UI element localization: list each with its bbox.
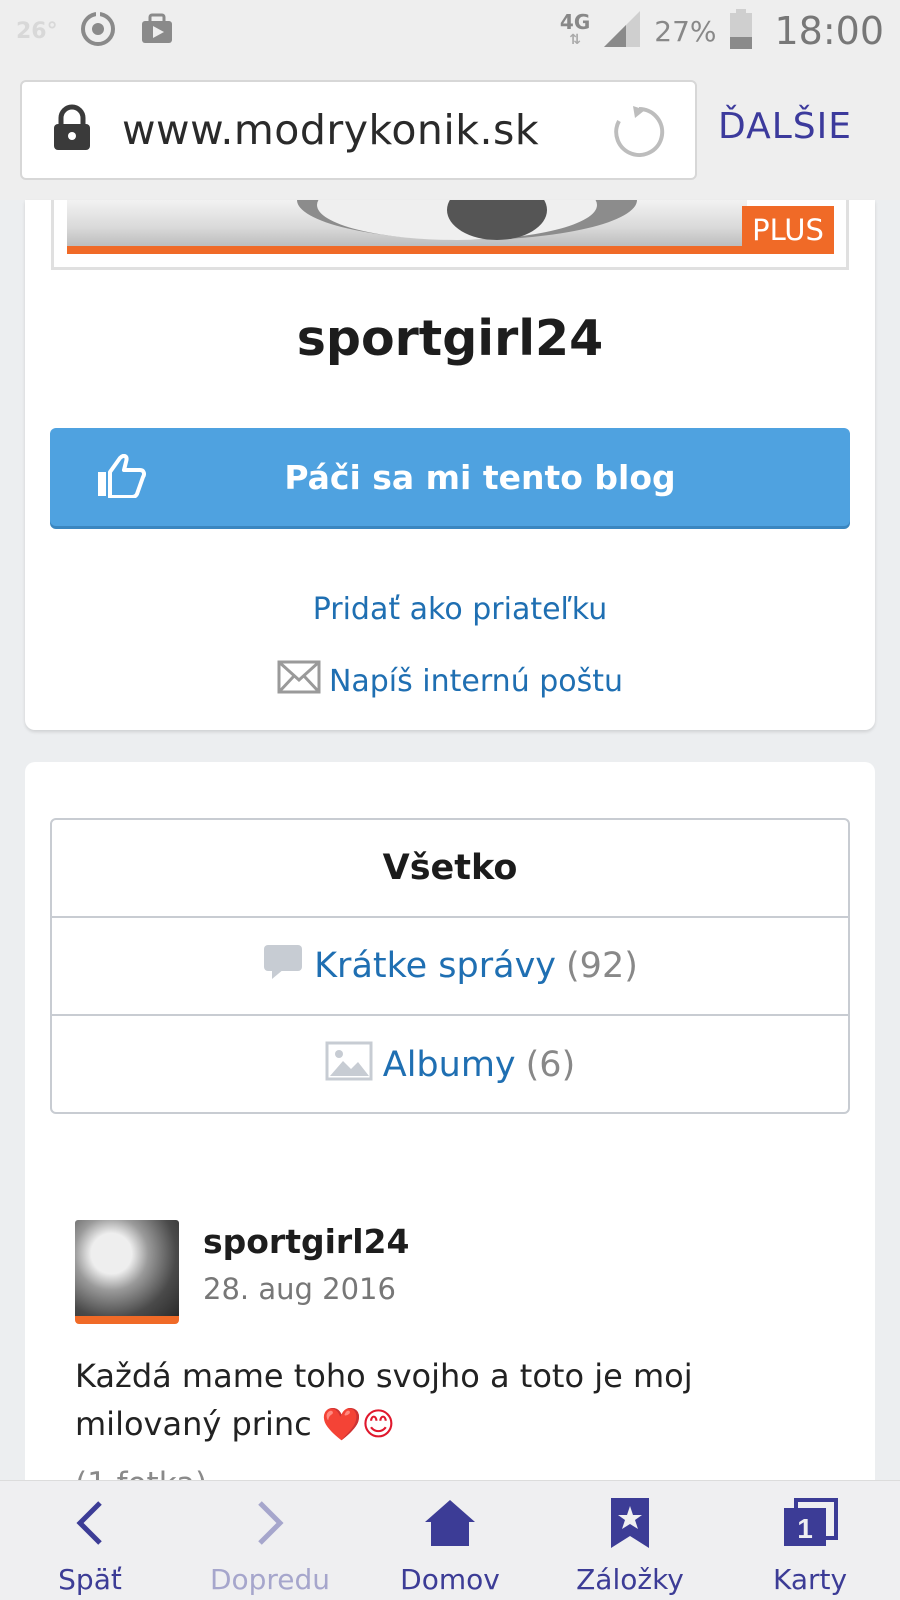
nav-label: Karty <box>772 1563 848 1596</box>
nav-home-button[interactable]: Domov <box>360 1481 540 1600</box>
nav-back-button[interactable]: Späť <box>0 1481 180 1600</box>
menu-item-short-messages[interactable]: Krátke správy (92) <box>52 918 848 1016</box>
like-blog-button[interactable]: Páči sa mi tento blog <box>50 428 850 526</box>
home-icon <box>423 1493 477 1553</box>
blog-section-menu: Všetko Krátke správy (92) Albumy (6) <box>50 818 850 1114</box>
menu-item-count: (92) <box>566 946 638 986</box>
menu-item-label: Krátke správy <box>314 946 557 986</box>
photo-notification-icon <box>138 11 176 51</box>
post-text: Každá mame toho svojho a toto je moj mil… <box>75 1352 815 1448</box>
signal-icon <box>602 9 642 53</box>
nav-label: Dopredu <box>209 1563 331 1596</box>
post-emoji: ❤️😊 <box>321 1405 396 1443</box>
thumbs-up-icon <box>96 453 146 502</box>
screen: 26° 4G ⇅ 27% 18:00 www.modrykonik.sk ĎAL… <box>0 0 900 1600</box>
forward-icon <box>252 1493 288 1553</box>
plus-badge: PLUS <box>742 206 834 254</box>
status-left: 26° <box>16 9 176 53</box>
menu-item-albums[interactable]: Albumy (6) <box>52 1016 848 1112</box>
clock: 18:00 <box>774 9 884 53</box>
add-friend-link[interactable]: Pridať ako priateľku <box>25 592 895 627</box>
envelope-icon <box>277 660 321 702</box>
content-card: Všetko Krátke správy (92) Albumy (6) spo… <box>25 762 875 1600</box>
nav-forward-button[interactable]: Dopredu <box>180 1481 360 1600</box>
nav-label: Domov <box>400 1563 500 1596</box>
post-author[interactable]: sportgirl24 <box>203 1222 409 1261</box>
like-button-label: Páči sa mi tento blog <box>284 457 676 497</box>
avatar-accent-bar <box>75 1316 179 1324</box>
speech-bubble-icon <box>262 943 304 990</box>
reload-icon[interactable] <box>611 104 667 164</box>
back-icon <box>72 1493 108 1553</box>
tabs-count: 1 <box>797 1513 813 1544</box>
lock-icon <box>52 104 92 156</box>
address-bar[interactable]: www.modrykonik.sk <box>20 80 697 180</box>
browser-toolbar: www.modrykonik.sk ĎALŠIE <box>0 62 900 200</box>
menu-item-label: Všetko <box>382 848 518 888</box>
temperature: 26° <box>16 18 58 44</box>
post-date: 28. aug 2016 <box>203 1272 396 1306</box>
more-button[interactable]: ĎALŠIE <box>718 106 852 147</box>
nav-bookmarks-button[interactable]: Záložky <box>540 1481 720 1600</box>
avatar[interactable] <box>75 1220 179 1316</box>
menu-item-all[interactable]: Všetko <box>52 820 848 918</box>
send-mail-link[interactable]: Napíš internú poštu <box>25 660 875 702</box>
cover-image-frame: PLUS <box>51 200 849 270</box>
cover-accent-bar <box>67 246 747 254</box>
status-bar: 26° 4G ⇅ 27% 18:00 <box>0 0 900 62</box>
menu-item-count: (6) <box>525 1045 576 1085</box>
status-right: 4G ⇅ 27% 18:00 <box>560 8 884 54</box>
profile-card: PLUS sportgirl24 Páči sa mi tento blog P… <box>25 200 875 730</box>
send-mail-label: Napíš internú poštu <box>328 663 624 699</box>
bottom-navigation: Späť Dopredu Domov Záložky 1 Karty <box>0 1480 900 1600</box>
nav-label: Záložky <box>576 1563 684 1596</box>
image-icon <box>325 1041 373 1090</box>
tabs-icon: 1 <box>782 1493 838 1553</box>
network-indicator: 4G ⇅ <box>559 10 591 48</box>
nav-label: Späť <box>58 1563 122 1596</box>
profile-username: sportgirl24 <box>296 310 604 367</box>
nav-tabs-button[interactable]: 1 Karty <box>720 1481 900 1600</box>
url-text: www.modrykonik.sk <box>122 106 540 154</box>
battery-icon <box>728 8 754 54</box>
battery-percent: 27% <box>654 14 717 48</box>
cover-photo <box>67 200 747 246</box>
bookmark-icon <box>609 1493 651 1553</box>
sync-icon <box>78 9 118 53</box>
menu-item-label: Albumy <box>382 1045 516 1085</box>
